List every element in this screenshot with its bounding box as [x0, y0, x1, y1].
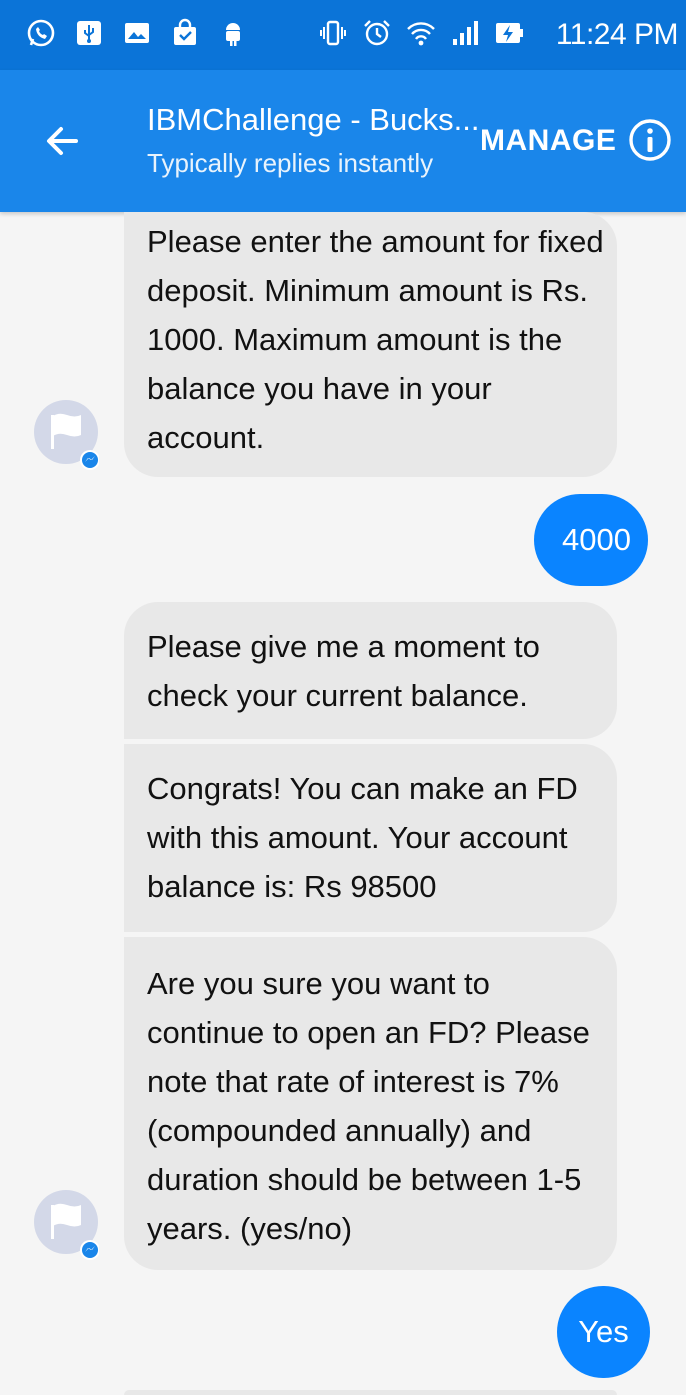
chat-subtitle: Typically replies instantly	[147, 148, 434, 178]
whatsapp-icon	[27, 19, 55, 47]
bot-message: Please enter the amount for fixed deposi…	[124, 212, 617, 477]
info-icon[interactable]	[628, 118, 672, 162]
bot-message: Congrats! You can make an FD with this a…	[124, 744, 617, 932]
bot-message: Please give me a moment to check your cu…	[124, 602, 617, 739]
bot-message: Are you sure you want to continue to ope…	[124, 937, 617, 1270]
user-message: 4000	[534, 494, 648, 586]
battery-charging-icon	[496, 23, 523, 43]
next-message-edge	[124, 1390, 617, 1395]
usb-icon	[77, 21, 101, 45]
back-arrow-icon[interactable]	[40, 118, 86, 164]
status-time: 11:24 PM	[555, 18, 679, 51]
user-message: Yes	[557, 1286, 650, 1378]
chat-title[interactable]: IBMChallenge - Bucks...	[147, 102, 480, 138]
bot-avatar[interactable]	[33, 1176, 99, 1268]
shopping-bag-icon	[174, 18, 196, 45]
alarm-icon	[364, 20, 390, 46]
chat-header: IBMChallenge - Bucks... Typically replie…	[0, 70, 686, 212]
wifi-icon	[407, 22, 435, 46]
manage-button[interactable]: MANAGE	[480, 124, 616, 158]
android-icon	[226, 23, 240, 46]
bot-avatar[interactable]	[33, 386, 99, 478]
image-icon	[125, 23, 149, 43]
system-icons	[318, 18, 524, 48]
status-bar: 11:24 PM	[0, 0, 686, 70]
signal-icon	[453, 21, 478, 45]
vibrate-icon	[320, 20, 346, 46]
notification-icons	[26, 18, 248, 48]
